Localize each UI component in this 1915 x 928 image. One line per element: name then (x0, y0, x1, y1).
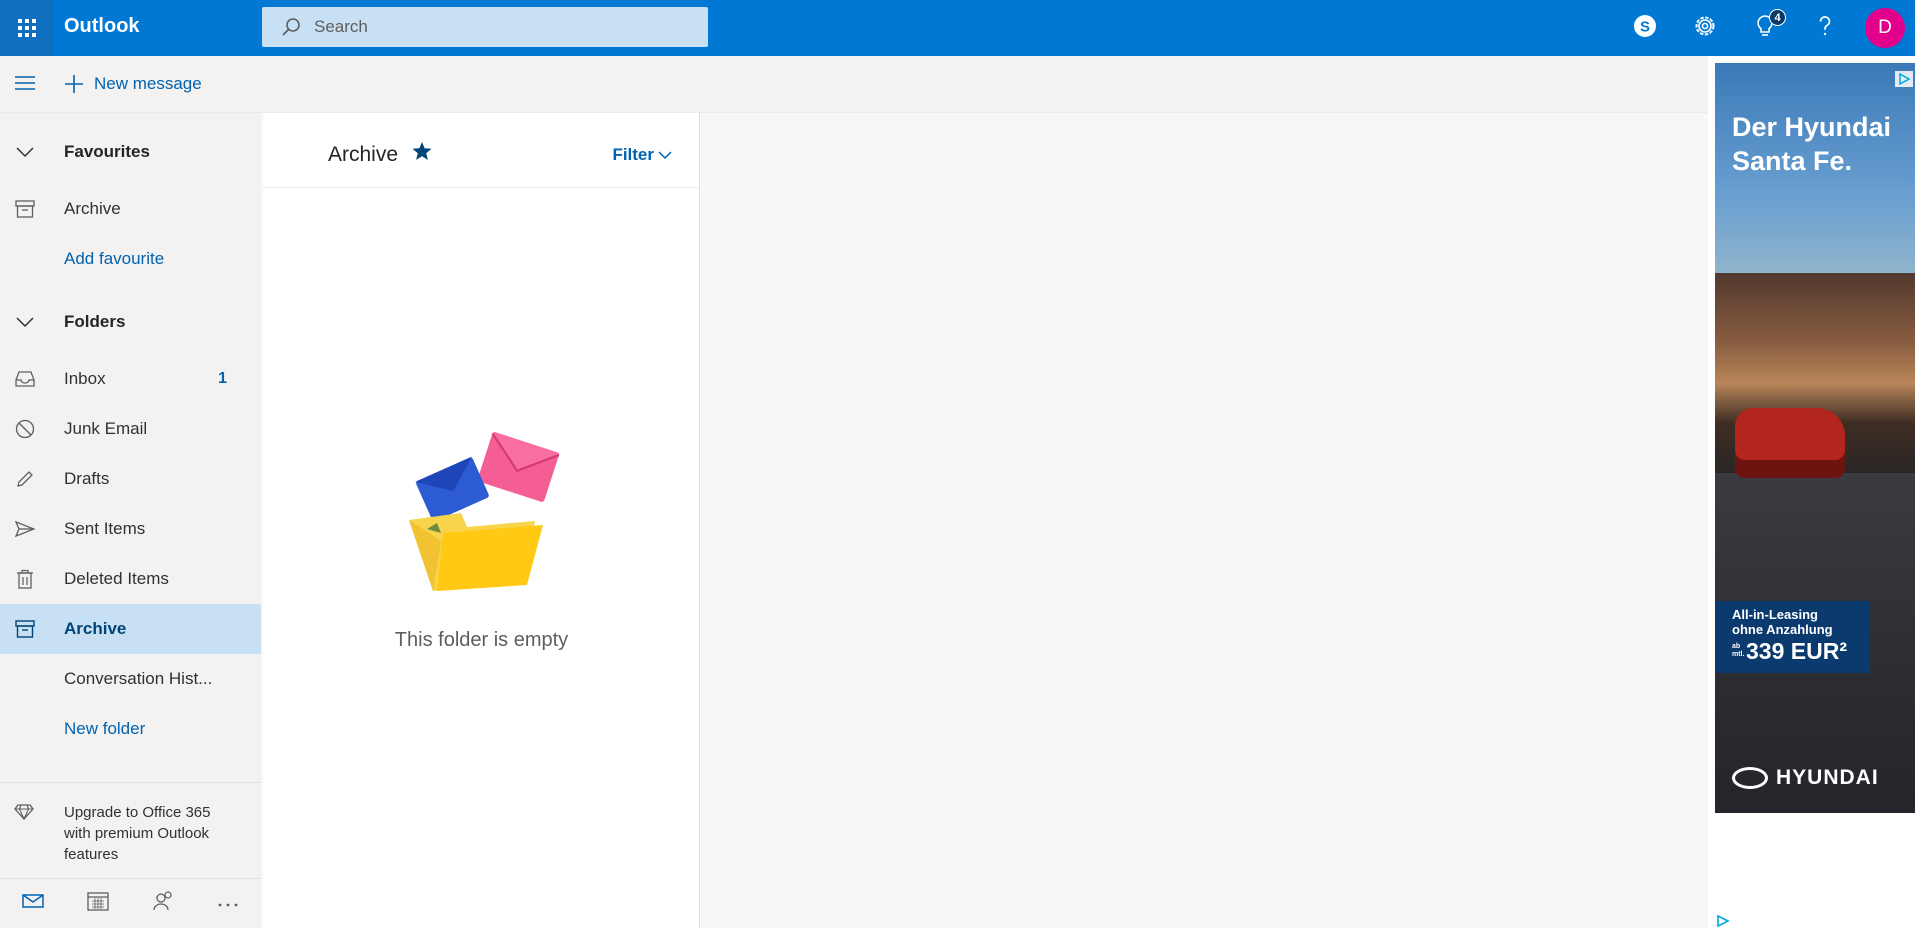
chevron-down-icon (658, 150, 672, 160)
sidebar-item-label: Archive (64, 199, 121, 218)
app-launcher-button[interactable] (0, 0, 54, 56)
archive-icon (12, 616, 38, 642)
skype-button[interactable]: S (1615, 0, 1675, 56)
people-module-button[interactable] (131, 879, 196, 928)
chevron-down-icon (12, 139, 38, 165)
trash-icon (12, 566, 38, 592)
new-message-button[interactable]: New message (62, 72, 202, 96)
advertisement-banner[interactable]: Der Hyundai Santa Fe. All-in-Leasing ohn… (1715, 63, 1915, 813)
new-folder-label: New folder (64, 719, 146, 738)
skype-icon: S (1631, 12, 1659, 45)
send-icon (12, 516, 38, 542)
sidebar-item-label: Conversation Hist... (64, 669, 213, 688)
filter-button[interactable]: Filter (612, 145, 672, 165)
chevron-down-icon (12, 309, 38, 335)
archive-icon (12, 196, 38, 222)
message-list-header: Archive Filter (263, 113, 700, 188)
favourites-header[interactable]: Favourites (0, 127, 261, 177)
ad-brand-logo: HYUNDAI (1732, 766, 1879, 790)
top-bar: Outlook Search S 4 D (0, 0, 1915, 56)
sidebar-item-label: Junk Email (64, 419, 148, 438)
sidebar-item-label: Deleted Items (64, 569, 169, 588)
help-icon (1811, 12, 1839, 45)
ad-offer-line1: All-in-Leasing (1732, 607, 1818, 622)
ad-column: Der Hyundai Santa Fe. All-in-Leasing ohn… (1708, 56, 1915, 928)
message-list: Archive Filter This folder is empty (263, 113, 700, 928)
favourites-header-label: Favourites (64, 142, 150, 161)
search-input[interactable]: Search (262, 7, 708, 47)
unread-count: 1 (218, 370, 227, 387)
empty-folder-illustration (403, 423, 563, 598)
diamond-icon (14, 803, 34, 826)
calendar-icon (87, 891, 109, 916)
empty-folder-message: This folder is empty (394, 629, 569, 651)
ad-headline: Der Hyundai Santa Fe. (1732, 112, 1892, 176)
hamburger-menu-button[interactable] (12, 73, 38, 97)
sidebar-item-deleted-items[interactable]: Deleted Items (0, 554, 261, 604)
plus-icon (62, 72, 86, 96)
star-icon[interactable] (411, 140, 433, 167)
folders-header-label: Folders (64, 312, 126, 331)
new-message-label: New message (94, 74, 202, 93)
folder-title: Archive (328, 143, 399, 166)
ad-offer-line2: ohne Anzahlung (1732, 622, 1833, 637)
people-icon (152, 891, 174, 916)
sidebar-item-label: Sent Items (64, 519, 146, 538)
calendar-module-button[interactable] (65, 879, 130, 928)
app-brand[interactable]: Outlook (64, 15, 140, 38)
reading-pane (700, 113, 1708, 928)
waffle-icon (18, 19, 36, 37)
sidebar-item-label: Drafts (64, 469, 110, 488)
new-folder-link[interactable]: New folder (0, 704, 261, 754)
mail-module-button[interactable] (0, 879, 65, 928)
sidebar-item-label: Archive (64, 619, 127, 638)
search-placeholder: Search (314, 17, 368, 36)
ad-car-image (1735, 408, 1845, 478)
adchoices-icon[interactable] (1895, 71, 1913, 87)
gear-icon (1691, 12, 1719, 45)
more-apps-button[interactable] (196, 879, 261, 928)
hyundai-logo-icon (1732, 767, 1768, 789)
settings-button[interactable] (1675, 0, 1735, 56)
module-switcher (0, 878, 261, 928)
inbox-icon (12, 366, 38, 392)
sidebar-item-drafts[interactable]: Drafts (0, 454, 261, 504)
more-icon (217, 895, 239, 913)
sidebar-item-favourite-archive[interactable]: Archive (0, 184, 261, 234)
mail-icon (21, 893, 44, 914)
svg-text:S: S (1640, 18, 1650, 35)
ad-brand-name: HYUNDAI (1776, 766, 1879, 789)
blocked-icon (12, 416, 38, 442)
add-favourite-label: Add favourite (64, 249, 165, 268)
command-bar: New message (0, 56, 1708, 113)
sidebar-item-label: Inbox (64, 369, 106, 388)
whats-new-button[interactable]: 4 (1735, 0, 1795, 56)
filter-label: Filter (612, 145, 654, 164)
ad-offer-box: All-in-Leasing ohne Anzahlung ab mtl. 33… (1715, 601, 1869, 673)
help-button[interactable] (1795, 0, 1855, 56)
upgrade-text: Upgrade to Office 365 with premium Outlo… (64, 804, 211, 863)
ad-offer-prefix: ab mtl. (1732, 643, 1745, 658)
ad-offer-price: 339 EUR² (1746, 638, 1847, 664)
notification-badge: 4 (1769, 9, 1786, 26)
sidebar-item-sent-items[interactable]: Sent Items (0, 504, 261, 554)
sidebar-item-archive[interactable]: Archive (0, 604, 261, 654)
search-icon (276, 12, 306, 42)
add-favourite-link[interactable]: Add favourite (0, 234, 261, 284)
sidebar-item-junk-email[interactable]: Junk Email (0, 404, 261, 454)
avatar[interactable]: D (1865, 8, 1905, 48)
folders-header[interactable]: Folders (0, 297, 261, 347)
upgrade-promo[interactable]: Upgrade to Office 365 with premium Outlo… (0, 782, 261, 878)
sidebar-item-conversation-history[interactable]: Conversation Hist... (0, 654, 261, 704)
sidebar-item-inbox[interactable]: Inbox 1 (0, 354, 261, 404)
sidebar: Favourites Archive Add favourite Folders… (0, 113, 261, 928)
pencil-icon (12, 466, 38, 492)
adchoices-icon[interactable] (1715, 914, 1731, 928)
hamburger-icon (14, 75, 36, 96)
